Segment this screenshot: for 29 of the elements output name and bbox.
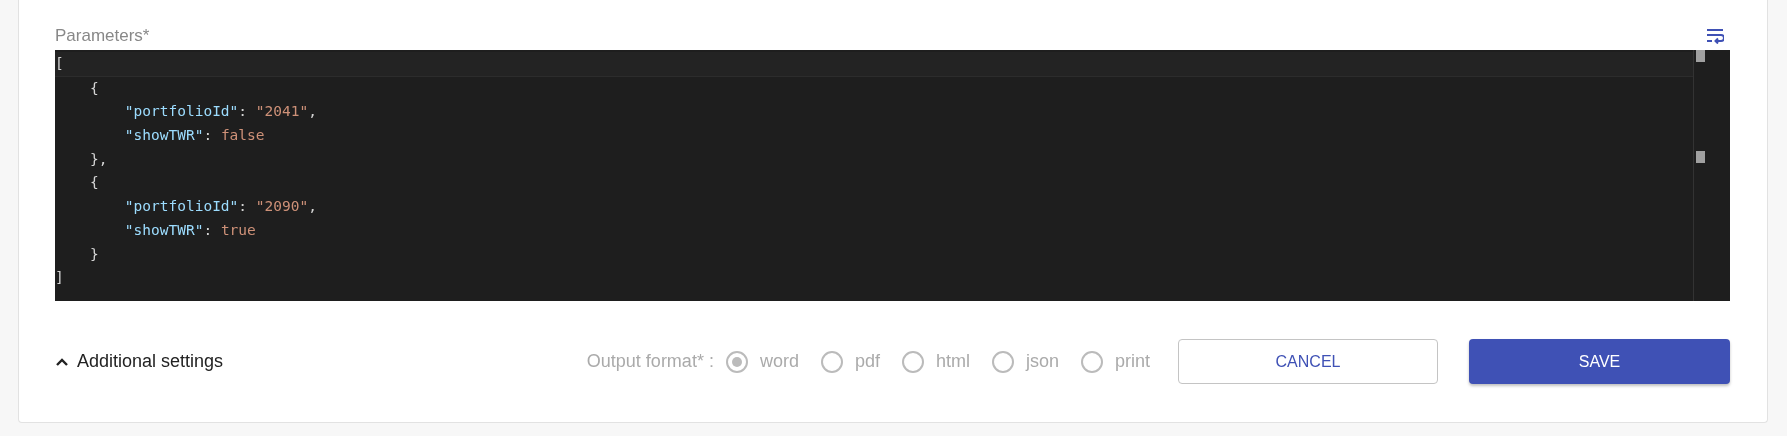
code-line: { xyxy=(88,173,100,193)
scrollbar-marker xyxy=(1696,151,1705,163)
radio-label: print xyxy=(1115,351,1150,372)
code-line: "portfolioId": "2041", xyxy=(123,102,318,122)
radio-label: word xyxy=(759,351,799,372)
radio-label: html xyxy=(935,351,970,372)
radio-label: json xyxy=(1025,351,1059,372)
radio-label: pdf xyxy=(854,351,880,372)
radio-button[interactable] xyxy=(725,350,748,373)
code-line: { xyxy=(88,78,100,98)
code-line: ] xyxy=(55,268,65,288)
chevron-icon xyxy=(55,356,69,367)
wrap-text-icon[interactable] xyxy=(1706,28,1724,44)
radio-button[interactable] xyxy=(991,350,1014,373)
radio-button[interactable] xyxy=(1081,350,1103,373)
scrollbar-thumb[interactable] xyxy=(1696,50,1705,62)
code-line: } xyxy=(88,244,100,264)
cancel-button[interactable]: CANCEL xyxy=(1178,339,1438,384)
radio-button[interactable] xyxy=(820,350,843,373)
code-editor[interactable]: [ { "portfolioId": "2041", "showTWR": false }, { "portfolioId": "2090", "showTWR": true } ] xyxy=(55,50,1730,301)
code-line: "showTWR": true xyxy=(123,220,257,240)
code-line: "portfolioId": "2090", xyxy=(123,197,318,217)
save-button[interactable]: SAVE xyxy=(1469,339,1730,384)
radio-button[interactable] xyxy=(901,350,924,373)
code-line: "showTWR": false xyxy=(123,126,266,146)
additional-settings-toggle[interactable]: Additional settings xyxy=(55,351,224,372)
code-line: }, xyxy=(88,149,109,169)
output-format-label: Output format* : xyxy=(586,351,714,372)
field-label: Parameters* xyxy=(55,26,150,46)
